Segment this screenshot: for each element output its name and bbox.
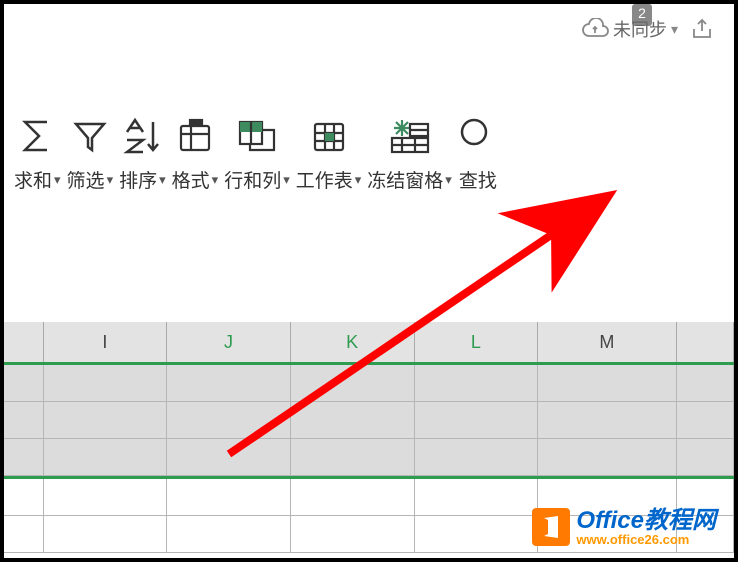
col-header-partial[interactable] <box>4 322 44 362</box>
chevron-down-icon: ▾ <box>445 172 452 188</box>
ribbon-toolbar: 求和▾ 筛选▾ 排序▾ 格式▾ <box>4 114 734 193</box>
col-header-partial[interactable] <box>677 322 734 362</box>
sort-button[interactable]: 排序▾ <box>119 114 166 193</box>
sync-label: 未同步 <box>613 16 667 42</box>
filter-icon <box>70 114 110 158</box>
office-logo-icon <box>532 508 570 546</box>
cloud-icon <box>581 18 609 40</box>
sync-status[interactable]: 未同步 ▾ <box>581 16 678 42</box>
chevron-down-icon: ▾ <box>355 172 362 188</box>
chevron-down-icon: ▾ <box>212 172 219 188</box>
find-button[interactable]: 查找 <box>458 114 498 193</box>
share-icon[interactable] <box>690 17 714 41</box>
worksheet-button[interactable]: 工作表▾ <box>296 114 362 193</box>
chevron-down-icon: ▾ <box>671 21 678 38</box>
column-headers-row: I J K L M <box>4 322 734 362</box>
watermark-url: www.office26.com <box>576 533 716 546</box>
col-header-J[interactable]: J <box>167 322 291 362</box>
format-icon <box>175 114 215 158</box>
chevron-down-icon: ▾ <box>283 172 290 188</box>
worksheet-icon <box>309 114 349 158</box>
watermark-title: Office教程网 <box>576 509 716 533</box>
table-row[interactable] <box>4 365 734 402</box>
title-bar: 未同步 ▾ <box>4 4 734 54</box>
row-col-button[interactable]: 行和列▾ <box>224 114 290 193</box>
sum-icon <box>17 114 57 158</box>
filter-button[interactable]: 筛选▾ <box>67 114 114 193</box>
chevron-down-icon: ▾ <box>159 172 166 188</box>
freeze-panes-button[interactable]: 冻结窗格▾ <box>367 114 452 193</box>
table-row[interactable] <box>4 439 734 476</box>
chevron-down-icon: ▾ <box>107 172 114 188</box>
search-icon <box>458 114 498 158</box>
table-row[interactable] <box>4 402 734 439</box>
col-header-M[interactable]: M <box>538 322 676 362</box>
watermark: Office教程网 www.office26.com <box>532 508 716 546</box>
freeze-icon <box>388 114 432 158</box>
row-col-icon <box>236 114 278 158</box>
sort-icon <box>121 114 163 158</box>
sum-button[interactable]: 求和▾ <box>14 114 61 193</box>
col-header-I[interactable]: I <box>44 322 168 362</box>
format-button[interactable]: 格式▾ <box>172 114 219 193</box>
col-header-K[interactable]: K <box>291 322 415 362</box>
col-header-L[interactable]: L <box>415 322 539 362</box>
chevron-down-icon: ▾ <box>54 172 61 188</box>
